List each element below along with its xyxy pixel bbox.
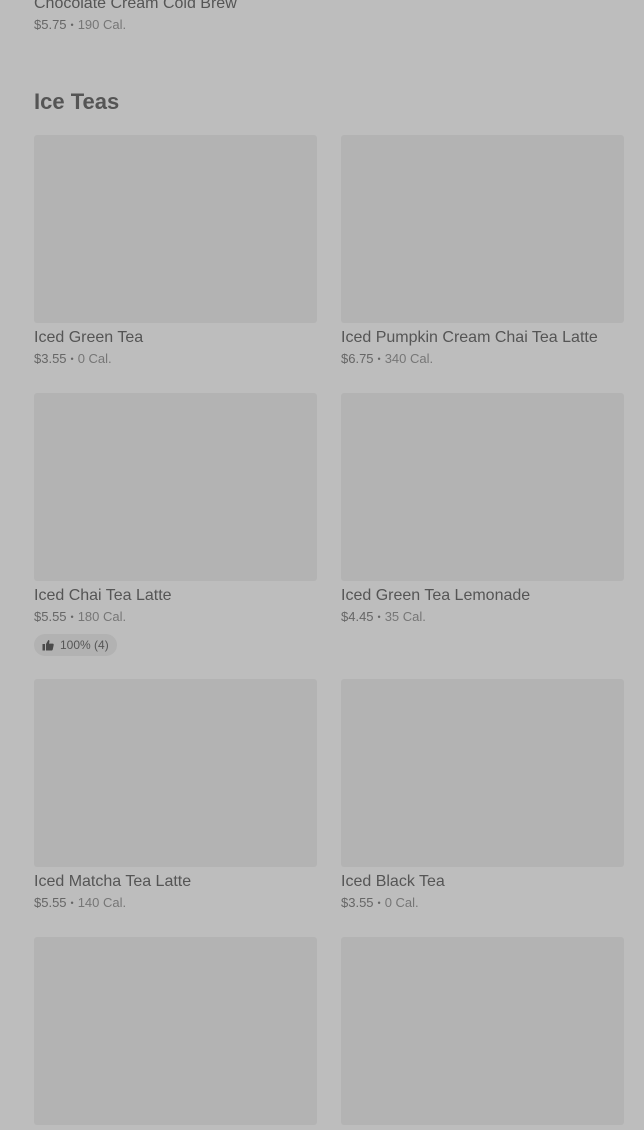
item-name: Iced Black Tea — [341, 873, 445, 890]
item-calories: 0 Cal. — [384, 895, 419, 910]
menu-item-card[interactable]: Iced Green Tea Lemonade $4.45 • 35 Cal. — [341, 393, 624, 679]
menu-item-card[interactable]: Iced Pumpkin Cream Chai Tea Latte $6.75 •… — [341, 135, 624, 393]
separator-dot: • — [377, 612, 381, 622]
item-name: Iced Pumpkin Cream Chai Tea Latte — [341, 329, 598, 346]
separator-dot: • — [70, 898, 74, 908]
item-image-placeholder[interactable] — [34, 679, 317, 867]
item-image-placeholder[interactable] — [341, 393, 624, 581]
menu-item-grid: Iced Green Tea $3.55 • 0 Cal. Iced Pumpkin… — [34, 135, 624, 1125]
grid-row: Iced Chai Tea Latte $5.55 • 180 Cal. 100% … — [34, 393, 624, 679]
item-price: $5.55 — [34, 609, 67, 624]
menu-item-card[interactable]: Iced Green Tea $3.55 • 0 Cal. — [34, 135, 317, 393]
separator-dot: • — [70, 20, 74, 30]
item-image-placeholder[interactable] — [34, 393, 317, 581]
item-image-placeholder[interactable] — [34, 937, 317, 1125]
item-price: $3.55 — [34, 351, 67, 366]
item-image-placeholder[interactable] — [341, 135, 624, 323]
item-name: Iced Chai Tea Latte — [34, 587, 172, 604]
separator-dot: • — [377, 354, 381, 364]
item-name: Iced Matcha Tea Latte — [34, 873, 192, 890]
item-meta: $3.55 • 0 Cal. — [341, 895, 624, 912]
item-price: $5.75 — [34, 17, 67, 32]
menu-item-card[interactable] — [34, 937, 317, 1125]
item-image-placeholder[interactable] — [34, 135, 317, 323]
menu-item-card[interactable]: Iced Matcha Tea Latte $5.55 • 140 Cal. — [34, 679, 317, 937]
item-name: Chocolate Cream Cold Brew — [34, 0, 237, 12]
item-meta: $6.75 • 340 Cal. — [341, 351, 624, 368]
menu-item-card[interactable]: Iced Black Tea $3.55 • 0 Cal. — [341, 679, 624, 937]
item-image-placeholder[interactable] — [341, 937, 624, 1125]
item-calories: 190 Cal. — [77, 17, 127, 32]
section-title: Ice Teas — [34, 89, 120, 114]
item-image-placeholder[interactable] — [341, 679, 624, 867]
item-meta: $5.75 • 190 Cal. — [34, 17, 237, 34]
grid-row — [34, 937, 624, 1125]
grid-row: Iced Green Tea $3.55 • 0 Cal. Iced Pumpkin… — [34, 135, 624, 393]
item-calories: 35 Cal. — [384, 609, 426, 624]
item-meta: $5.55 • 180 Cal. — [34, 609, 317, 626]
item-price: $4.45 — [341, 609, 374, 624]
menu-item-chocolate-cream-cold-brew[interactable]: Chocolate Cream Cold Brew $5.75 • 190 Cal. — [34, 0, 237, 34]
item-meta: $4.45 • 35 Cal. — [341, 609, 624, 626]
item-calories: 340 Cal. — [384, 351, 434, 366]
rating-text: 100% (4) — [60, 638, 109, 652]
item-price: $5.55 — [34, 895, 67, 910]
menu-item-card[interactable] — [341, 937, 624, 1125]
item-calories: 180 Cal. — [77, 609, 127, 624]
separator-dot: • — [70, 612, 74, 622]
item-calories: 140 Cal. — [77, 895, 127, 910]
separator-dot: • — [70, 354, 74, 364]
item-calories: 0 Cal. — [77, 351, 112, 366]
rating-badge: 100% (4) — [34, 634, 117, 656]
item-price: $3.55 — [341, 895, 374, 910]
separator-dot: • — [377, 898, 381, 908]
thumbs-up-icon — [42, 640, 54, 651]
item-meta: $5.55 • 140 Cal. — [34, 895, 317, 912]
item-name: Iced Green Tea Lemonade — [341, 587, 531, 604]
grid-row: Iced Matcha Tea Latte $5.55 • 140 Cal. Ice… — [34, 679, 624, 937]
item-meta: $3.55 • 0 Cal. — [34, 351, 317, 368]
item-price: $6.75 — [341, 351, 374, 366]
menu-item-card[interactable]: Iced Chai Tea Latte $5.55 • 180 Cal. 100% … — [34, 393, 317, 679]
item-name: Iced Green Tea — [34, 329, 144, 346]
menu-page: Chocolate Cream Cold Brew $5.75 • 190 Cal.… — [0, 0, 644, 1130]
